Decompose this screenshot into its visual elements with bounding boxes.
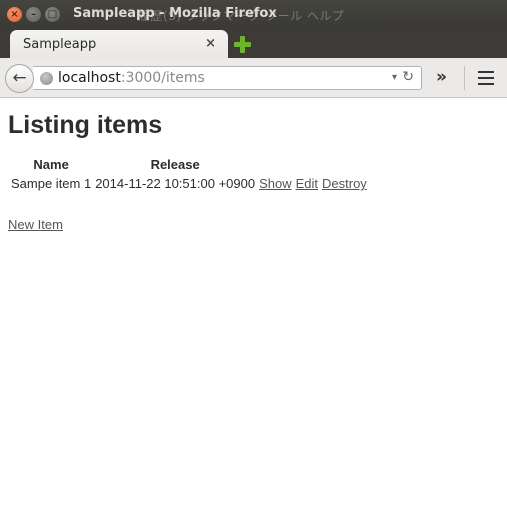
column-header-name: Name — [33, 157, 69, 172]
column-header-edit — [295, 156, 319, 173]
tab-close-icon[interactable]: × — [205, 36, 216, 51]
page-title: Listing items — [8, 111, 163, 139]
items-table: Name Release Sampe item 1 2014-11-22 10:… — [8, 154, 370, 194]
plus-bar-vertical — [240, 36, 245, 53]
table-row: Sampe item 1 2014-11-22 10:51:00 +0900 S… — [10, 175, 368, 192]
hamburger-line — [478, 77, 494, 79]
tab-label: Sampleapp — [23, 37, 97, 52]
column-header-destroy — [321, 156, 368, 173]
window-title: Sampleapp - Mozilla Firefox — [73, 6, 277, 21]
navigation-bar: localhost:3000/items ▾ ↻ ← » — [0, 58, 507, 98]
window-titlebar: 履歴(S) ブックマーク ツール ヘルプ Sampleapp - Mozilla… — [0, 0, 507, 30]
globe-icon — [40, 72, 53, 85]
hamburger-menu-icon[interactable] — [478, 71, 494, 85]
hamburger-line — [478, 83, 494, 85]
table-header-row: Name Release — [10, 156, 368, 173]
new-tab-plus-icon[interactable] — [234, 36, 251, 53]
column-header-show — [258, 156, 293, 173]
url-bar[interactable]: localhost:3000/items ▾ ↻ — [33, 66, 422, 90]
new-item-link[interactable]: New Item — [8, 217, 63, 232]
reload-icon[interactable]: ↻ — [402, 69, 414, 85]
url-dropdown-icon[interactable]: ▾ — [392, 72, 397, 83]
item-name-cell: Sampe item 1 — [11, 176, 92, 191]
url-host: localhost — [58, 70, 121, 86]
url-text[interactable]: localhost:3000/items — [58, 70, 205, 86]
item-release-cell: 2014-11-22 10:51:00 +0900 — [95, 176, 256, 191]
back-button[interactable]: ← — [5, 64, 34, 93]
overflow-chevron-icon[interactable]: » — [436, 67, 447, 87]
toolbar-separator — [464, 66, 465, 90]
window-maximize-button[interactable]: □ — [45, 7, 60, 22]
window-minimize-button[interactable]: – — [26, 7, 41, 22]
column-header-release: Release — [150, 157, 200, 172]
tab-sampleapp[interactable]: Sampleapp × — [10, 30, 228, 58]
hamburger-line — [478, 71, 494, 73]
window-close-button[interactable]: × — [7, 7, 22, 22]
show-link[interactable]: Show — [259, 176, 292, 191]
tab-strip: Sampleapp × — [0, 30, 507, 58]
destroy-link[interactable]: Destroy — [322, 176, 367, 191]
page-content: Listing items Name Release Sampe item 1 … — [8, 99, 499, 504]
url-path: :3000/items — [120, 70, 205, 86]
edit-link[interactable]: Edit — [296, 176, 318, 191]
